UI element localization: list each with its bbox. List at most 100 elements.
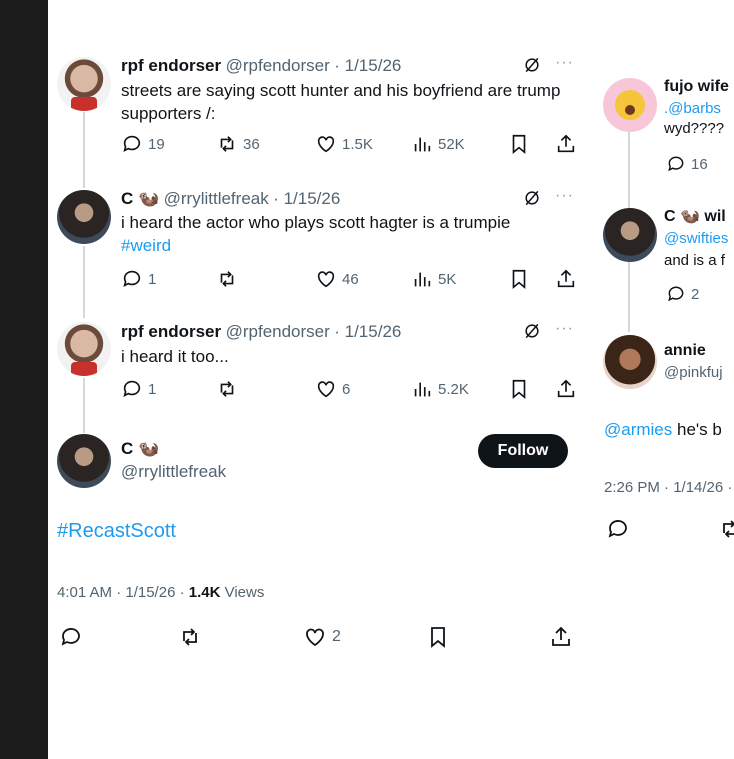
avatar[interactable] [603,78,657,132]
author-name[interactable]: fujo wife [664,78,729,96]
bookmark-button[interactable] [508,133,530,155]
share-icon [552,626,570,646]
avatar[interactable] [57,322,111,376]
author-handle[interactable]: @rrylittlefreak [164,189,269,208]
share-button[interactable] [555,378,577,400]
bookmark-button[interactable] [426,625,450,649]
repost-button[interactable] [216,378,238,400]
thread-line [628,132,630,208]
mention-link[interactable]: @swifties [664,230,728,247]
like-count: 6 [342,380,351,398]
views-count: 52K [438,135,465,153]
like-button[interactable]: 6 [315,378,350,400]
views-button[interactable]: 5.2K [411,378,469,400]
repost-button[interactable] [178,625,202,649]
author-handle[interactable]: @rrylittlefreak [121,462,226,482]
author-handle[interactable]: @rpfendorser [226,56,330,75]
views-button[interactable]: 5K [411,268,456,290]
tweet-timestamp: 4:01 AM · 1/15/26 · 1.4K Views [57,584,264,601]
views-icon [414,382,431,397]
author-name[interactable]: C 🦦 wil [664,206,726,226]
reply-icon [61,628,80,646]
repost-button[interactable] [718,517,734,541]
tweet-header: rpf endorser @rpfendorser · 1/15/26 [121,322,401,342]
like-count: 2 [332,628,341,645]
author-name[interactable]: rpf endorser [121,322,221,341]
views-count: 1.4K [188,584,221,601]
reply-count: 16 [691,155,708,173]
time-text[interactable]: 4:01 AM · 1/15/26 · [57,584,189,601]
share-button[interactable] [549,625,573,649]
hashtag-link[interactable]: #weird [121,234,561,257]
author-handle[interactable]: @rpfendorser [226,322,330,341]
author-name[interactable]: rpf endorser [121,56,221,75]
views-button[interactable]: 52K [411,133,465,155]
author-name[interactable]: annie [664,342,706,360]
tweet-date[interactable]: · 1/15/26 [273,189,340,208]
like-button[interactable]: 2 [303,625,341,649]
views-label: Views [220,584,265,601]
reply-count: 2 [691,285,700,303]
reply-icon [668,286,684,302]
like-button[interactable]: 1.5K [315,133,373,155]
reply-button[interactable] [606,517,630,541]
follow-button[interactable]: Follow [478,434,568,468]
tweet-date[interactable]: · 1/15/26 [334,322,401,341]
more-icon[interactable]: ··· [555,320,574,338]
tweet-text: streets are saying scott hunter and his … [121,81,561,123]
avatar[interactable] [57,190,111,244]
grok-icon[interactable] [522,321,542,346]
share-button[interactable] [555,133,577,155]
reply-button[interactable]: 1 [121,268,156,290]
heart-icon [306,628,324,647]
views-icon [414,272,431,287]
reply-icon [123,135,141,152]
reply-button[interactable]: 1 [121,378,156,400]
share-button[interactable] [555,268,577,290]
repost-button[interactable] [216,268,238,290]
views-count: 5.2K [438,380,469,398]
repost-icon [220,136,234,152]
repost-button[interactable]: 36 [216,133,260,155]
views-icon [414,137,431,152]
share-icon [557,134,575,153]
grok-icon[interactable] [522,188,542,213]
author-handle[interactable]: @pinkfuj [664,364,723,381]
avatar[interactable] [603,335,657,389]
bookmark-icon [512,269,526,290]
bookmark-button[interactable] [508,378,530,400]
repost-icon [723,520,734,538]
mention-link[interactable]: .@barbs [664,100,721,117]
more-icon[interactable]: ··· [555,54,574,72]
repost-icon [183,628,197,646]
heart-icon [317,271,335,288]
hashtag-link[interactable]: #RecastScott [57,520,176,543]
avatar[interactable] [57,434,111,488]
reply-button[interactable] [59,625,83,649]
bookmark-icon [431,627,445,648]
bookmark-icon [512,379,526,400]
avatar[interactable] [603,208,657,262]
bookmark-icon [512,134,526,155]
avatar[interactable] [57,57,111,111]
reply-icon [123,270,141,287]
like-button[interactable]: 46 [315,268,359,290]
author-name[interactable]: C 🦦 [121,439,159,459]
tweet-date[interactable]: · 1/15/26 [334,56,401,75]
shocked-emoji-icon [615,90,645,120]
mention-link[interactable]: @armies [604,420,672,439]
reply-button[interactable]: 2 [666,284,699,304]
tweet-header: C 🦦 @rrylittlefreak · 1/15/26 [121,189,340,209]
reply-button[interactable]: 16 [666,154,708,174]
like-count: 1.5K [342,135,373,153]
reply-button[interactable]: 19 [121,133,165,155]
bookmark-button[interactable] [508,268,530,290]
repost-icon [220,381,234,397]
tweet-timestamp[interactable]: 2:26 PM · 1/14/26 · [604,479,732,496]
more-icon[interactable]: ··· [555,187,574,205]
tweet-text: i heard the actor who plays scott hagter… [121,213,511,232]
author-name[interactable]: C 🦦 [121,189,159,208]
thread-line [628,260,630,332]
reply-icon [608,520,627,538]
grok-icon[interactable] [522,55,542,80]
